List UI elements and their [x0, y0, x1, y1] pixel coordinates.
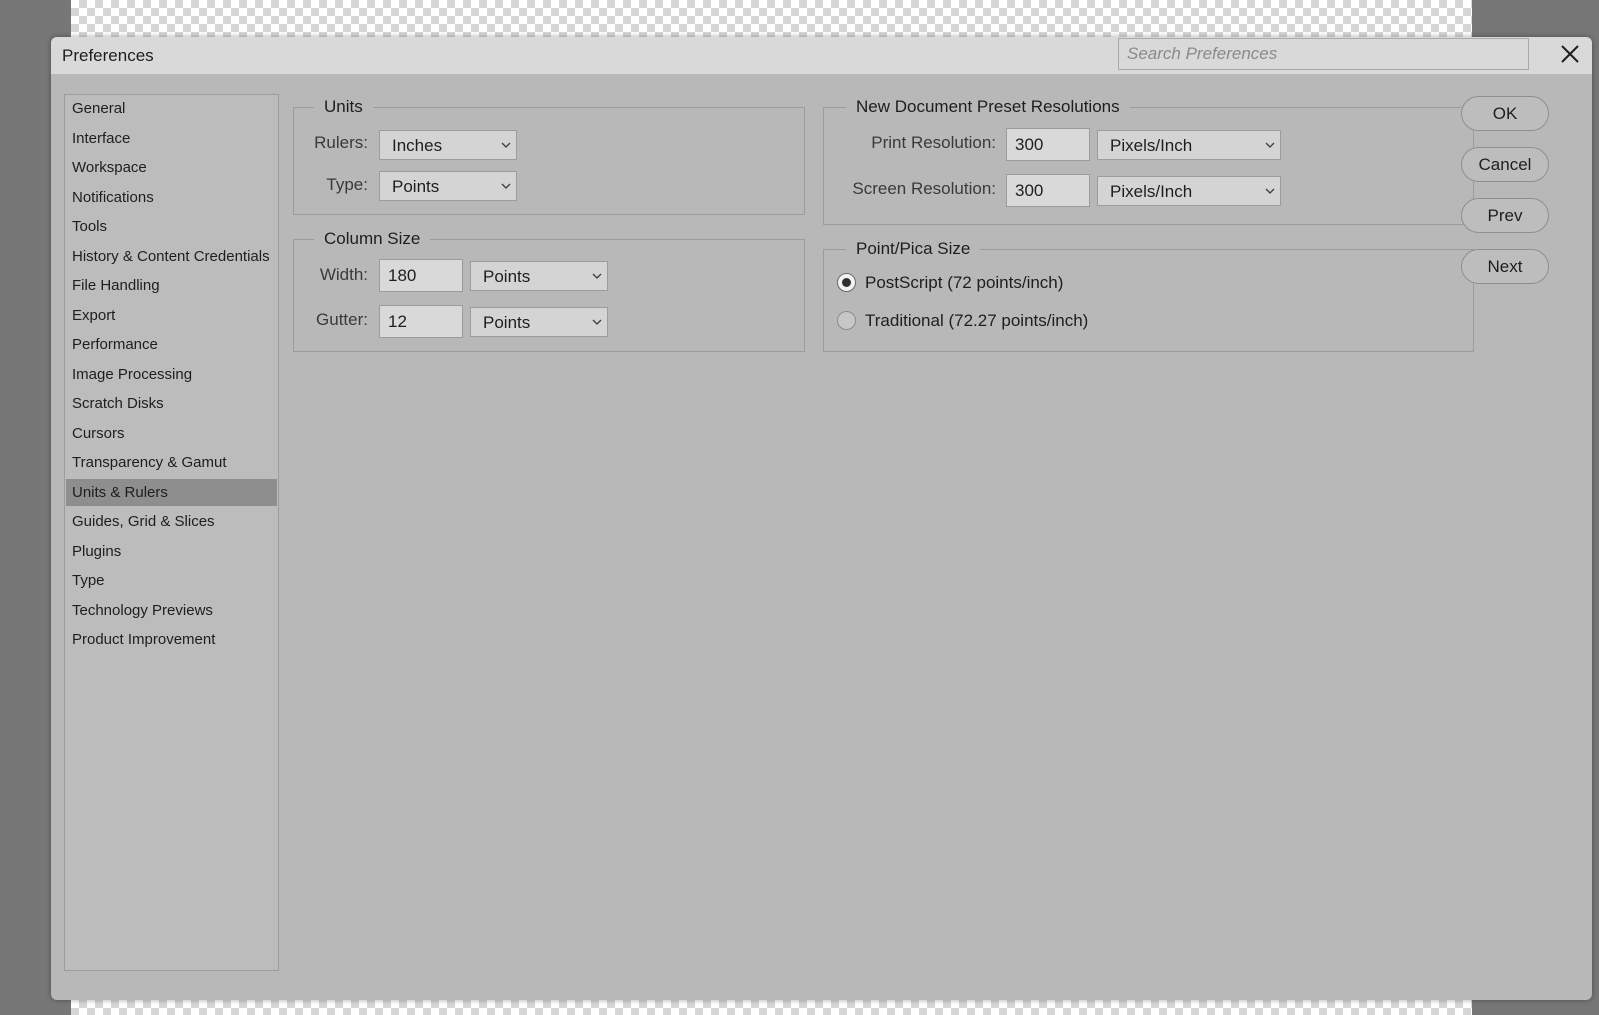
print-resolution-unit-select[interactable]: Pixels/Inch — [1097, 130, 1281, 160]
cancel-button[interactable]: Cancel — [1461, 147, 1549, 182]
transparent-canvas-bottom — [71, 1000, 1472, 1015]
dialog-title: Preferences — [62, 46, 154, 65]
print-resolution-label: Print Resolution: — [871, 133, 996, 152]
sidebar-item-notifications[interactable]: Notifications — [66, 184, 277, 211]
print-resolution-input[interactable] — [1006, 128, 1090, 161]
chevron-down-icon — [1265, 142, 1275, 148]
gutter-unit-select[interactable]: Points — [470, 307, 608, 337]
ok-button[interactable]: OK — [1461, 96, 1549, 131]
rulers-unit-value: Inches — [392, 136, 443, 155]
title-bar: Preferences — [51, 37, 1592, 74]
sidebar-item-image-processing[interactable]: Image Processing — [66, 361, 277, 388]
sidebar-item-scratch-disks[interactable]: Scratch Disks — [66, 390, 277, 417]
screen-resolution-input[interactable] — [1006, 174, 1090, 207]
gutter-input[interactable] — [379, 305, 463, 338]
type-label: Type: — [326, 175, 368, 194]
type-unit-value: Points — [392, 177, 440, 196]
traditional-radio-option[interactable]: Traditional (72.27 points/inch) — [837, 310, 1157, 332]
search-preferences-input[interactable] — [1118, 38, 1529, 70]
next-button[interactable]: Next — [1461, 249, 1549, 284]
column-width-unit-select[interactable]: Points — [470, 261, 608, 291]
sidebar-item-tools[interactable]: Tools — [66, 213, 277, 240]
rulers-unit-select[interactable]: Inches — [379, 130, 517, 160]
column-width-unit-value: Points — [483, 267, 531, 286]
sidebar-item-file-handling[interactable]: File Handling — [66, 272, 277, 299]
traditional-radio[interactable] — [837, 311, 856, 330]
sidebar-item-transparency-gamut[interactable]: Transparency & Gamut — [66, 449, 277, 476]
preferences-dialog: Preferences General Interface Workspace … — [51, 37, 1592, 1000]
sidebar-item-history-content-credentials[interactable]: History & Content Credentials — [66, 243, 277, 270]
units-group: Units Rulers: Inches Type: Points — [293, 97, 805, 215]
chevron-down-icon — [501, 183, 511, 189]
screen-resolution-unit-value: Pixels/Inch — [1110, 182, 1193, 201]
sidebar-item-type[interactable]: Type — [66, 567, 277, 594]
sidebar-item-guides-grid-slices[interactable]: Guides, Grid & Slices — [66, 508, 277, 535]
screen-resolution-unit-select[interactable]: Pixels/Inch — [1097, 176, 1281, 206]
width-label: Width: — [319, 265, 368, 284]
column-size-group: Column Size Width: Points Gutter: Points — [293, 229, 805, 352]
close-button[interactable] — [1556, 40, 1584, 68]
sidebar-item-general[interactable]: General — [66, 95, 277, 122]
screen-resolution-label: Screen Resolution: — [852, 179, 996, 198]
postscript-radio[interactable] — [837, 273, 856, 292]
preset-resolutions-group: New Document Preset Resolutions Print Re… — [823, 97, 1474, 225]
chevron-down-icon — [1265, 188, 1275, 194]
chevron-down-icon — [592, 273, 602, 279]
sidebar-item-performance[interactable]: Performance — [66, 331, 277, 358]
postscript-radio-label: PostScript (72 points/inch) — [865, 273, 1064, 292]
sidebar-item-cursors[interactable]: Cursors — [66, 420, 277, 447]
sidebar-item-plugins[interactable]: Plugins — [66, 538, 277, 565]
preferences-sidebar: General Interface Workspace Notification… — [64, 94, 279, 971]
transparent-canvas-top — [71, 0, 1472, 40]
close-icon — [1561, 45, 1579, 63]
type-unit-select[interactable]: Points — [379, 171, 517, 201]
sidebar-item-workspace[interactable]: Workspace — [66, 154, 277, 181]
chevron-down-icon — [501, 142, 511, 148]
rulers-label: Rulers: — [314, 133, 368, 152]
column-width-input[interactable] — [379, 259, 463, 292]
chevron-down-icon — [592, 319, 602, 325]
sidebar-item-units-rulers[interactable]: Units & Rulers — [66, 478, 277, 506]
print-resolution-unit-value: Pixels/Inch — [1110, 136, 1193, 155]
point-pica-size-group: Point/Pica Size PostScript (72 points/in… — [823, 239, 1474, 352]
sidebar-item-export[interactable]: Export — [66, 302, 277, 329]
point-pica-size-group-title: Point/Pica Size — [846, 239, 981, 259]
postscript-radio-option[interactable]: PostScript (72 points/inch) — [837, 272, 1137, 294]
units-group-title: Units — [314, 97, 373, 117]
gutter-label: Gutter: — [316, 310, 368, 329]
preset-resolutions-group-title: New Document Preset Resolutions — [846, 97, 1130, 117]
traditional-radio-label: Traditional (72.27 points/inch) — [865, 311, 1089, 330]
prev-button[interactable]: Prev — [1461, 198, 1549, 233]
sidebar-item-interface[interactable]: Interface — [66, 125, 277, 152]
gutter-unit-value: Points — [483, 313, 531, 332]
sidebar-item-product-improvement[interactable]: Product Improvement — [66, 626, 277, 653]
sidebar-item-technology-previews[interactable]: Technology Previews — [66, 597, 277, 624]
column-size-group-title: Column Size — [314, 229, 431, 249]
